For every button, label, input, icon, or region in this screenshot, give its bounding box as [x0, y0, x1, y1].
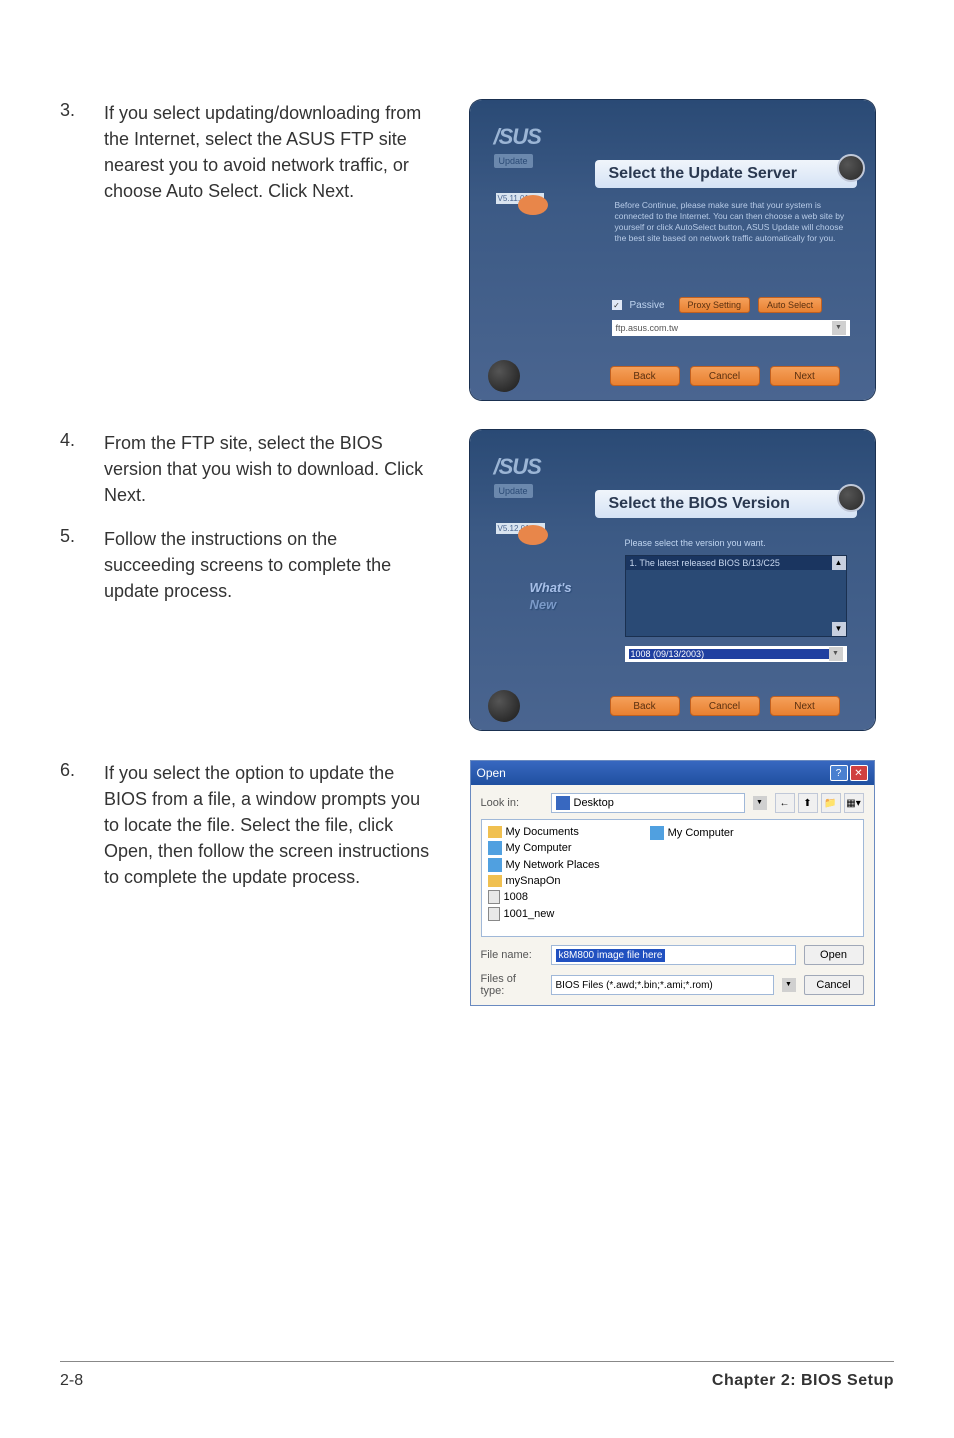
list-item[interactable]: My Computer — [650, 826, 734, 840]
dialog-description: Please select the version you want. — [625, 538, 847, 548]
speech-bubble-icon — [518, 195, 548, 215]
bios-date-value: 1008 (09/13/2003) — [629, 649, 829, 659]
dialog-description: Before Continue, please make sure that y… — [615, 200, 847, 244]
dialog-title-text: Select the BIOS Version — [609, 495, 790, 513]
scroll-up-icon[interactable]: ▲ — [832, 556, 846, 570]
whats-new-label: What's New — [530, 580, 572, 612]
dialog-title-text: Open — [477, 766, 506, 780]
orb-icon — [837, 484, 865, 512]
bios-date-dropdown[interactable]: 1008 (09/13/2003) ▼ — [625, 646, 847, 662]
list-item[interactable]: 1001_new — [488, 907, 600, 921]
filename-label: File name: — [481, 949, 543, 961]
dropdown-arrow-icon[interactable]: ▼ — [829, 647, 843, 661]
dialog-title: Select the Update Server — [595, 160, 857, 188]
dropdown-arrow-icon[interactable]: ▼ — [753, 796, 767, 810]
section-steps-4-5: 4. From the FTP site, select the BIOS ve… — [60, 430, 894, 730]
auto-select-button[interactable]: Auto Select — [758, 297, 822, 313]
help-button[interactable]: ? — [830, 765, 848, 781]
orb-icon — [488, 360, 520, 392]
list-item[interactable]: 1. The latest released BIOS B/13/C25 — [626, 556, 846, 570]
filetype-dropdown[interactable]: BIOS Files (*.awd;*.bin;*.ami;*.rom) — [551, 975, 774, 995]
list-item[interactable]: 1008 — [488, 890, 600, 904]
asus-logo: /SUS — [494, 454, 579, 480]
back-button[interactable]: Back — [610, 366, 680, 386]
dropdown-arrow-icon[interactable]: ▼ — [782, 978, 796, 992]
proxy-setting-button[interactable]: Proxy Setting — [679, 297, 751, 313]
filetype-value: BIOS Files (*.awd;*.bin;*.ami;*.rom) — [556, 980, 713, 991]
passive-checkbox[interactable]: ✓ — [612, 300, 622, 310]
server-dropdown[interactable]: ftp.asus.com.tw ▼ — [612, 320, 850, 336]
cancel-button[interactable]: Cancel — [804, 975, 864, 995]
dialog-title-text: Select the Update Server — [609, 165, 798, 183]
next-button[interactable]: Next — [770, 366, 840, 386]
bios-version-listbox[interactable]: 1. The latest released BIOS B/13/C25 ▲ ▼ — [625, 555, 847, 637]
look-in-dropdown[interactable]: Desktop — [551, 793, 745, 813]
up-nav-button[interactable]: ⬆ — [798, 793, 818, 813]
asus-update-label: Update — [494, 154, 533, 168]
dropdown-arrow-icon[interactable]: ▼ — [832, 321, 846, 335]
back-nav-button[interactable]: ← — [775, 793, 795, 813]
cancel-button[interactable]: Cancel — [690, 696, 760, 716]
orb-icon — [837, 154, 865, 182]
open-file-dialog: Open ? ✕ Look in: Desktop ▼ ← ⬆ — [470, 760, 875, 1006]
look-in-value: Desktop — [574, 797, 614, 809]
list-item[interactable]: My Documents — [488, 826, 600, 838]
filetype-label: Files of type: — [481, 973, 543, 997]
close-button[interactable]: ✕ — [850, 765, 868, 781]
dialog-title: Select the BIOS Version — [595, 490, 857, 518]
list-item[interactable]: My Computer — [488, 841, 600, 855]
section-step-6: 6. If you select the option to update th… — [60, 760, 894, 1006]
next-button[interactable]: Next — [770, 696, 840, 716]
computer-icon — [650, 826, 664, 840]
section-step-3: 3. If you select updating/downloading fr… — [60, 100, 894, 400]
scroll-down-icon[interactable]: ▼ — [832, 622, 846, 636]
page-footer: 2-8 Chapter 2: BIOS Setup — [60, 1361, 894, 1390]
filename-value: k8M800 image file here — [556, 949, 666, 962]
step-text: If you select updating/downloading from … — [104, 100, 430, 204]
network-icon — [488, 858, 502, 872]
step-number: 5. — [60, 526, 84, 604]
file-list[interactable]: My Documents My Computer My Network Plac… — [481, 819, 864, 937]
look-in-label: Look in: — [481, 797, 543, 809]
server-value: ftp.asus.com.tw — [616, 323, 679, 333]
passive-label: Passive — [630, 300, 665, 311]
cancel-button[interactable]: Cancel — [690, 366, 760, 386]
computer-icon — [488, 841, 502, 855]
speech-bubble-icon — [518, 525, 548, 545]
update-server-dialog: /SUS Update V5.11.01 Select the Update S… — [470, 100, 875, 400]
filename-input[interactable]: k8M800 image file here — [551, 945, 796, 965]
desktop-icon — [556, 796, 570, 810]
file-icon — [488, 907, 500, 921]
new-text: New — [530, 597, 572, 612]
asus-update-label: Update — [494, 484, 533, 498]
page-number: 2-8 — [60, 1372, 83, 1390]
folder-icon — [488, 826, 502, 838]
whats-text: What's — [530, 580, 572, 595]
step-text: From the FTP site, select the BIOS versi… — [104, 430, 430, 508]
list-item[interactable]: My Network Places — [488, 858, 600, 872]
chapter-title: Chapter 2: BIOS Setup — [712, 1372, 894, 1390]
asus-logo: /SUS — [494, 124, 579, 150]
list-item[interactable]: mySnapOn — [488, 875, 600, 887]
file-icon — [488, 890, 500, 904]
step-number: 6. — [60, 760, 84, 890]
step-text: Follow the instructions on the succeedin… — [104, 526, 430, 604]
dialog-titlebar: Open ? ✕ — [471, 761, 874, 785]
orb-icon — [488, 690, 520, 722]
back-button[interactable]: Back — [610, 696, 680, 716]
folder-icon — [488, 875, 502, 887]
step-number: 4. — [60, 430, 84, 508]
step-number: 3. — [60, 100, 84, 204]
step-text: If you select the option to update the B… — [104, 760, 430, 890]
new-folder-button[interactable]: 📁 — [821, 793, 841, 813]
bios-version-dialog: /SUS Update V5.12.01 Select the BIOS Ver… — [470, 430, 875, 730]
open-button[interactable]: Open — [804, 945, 864, 965]
view-menu-button[interactable]: ▦▾ — [844, 793, 864, 813]
